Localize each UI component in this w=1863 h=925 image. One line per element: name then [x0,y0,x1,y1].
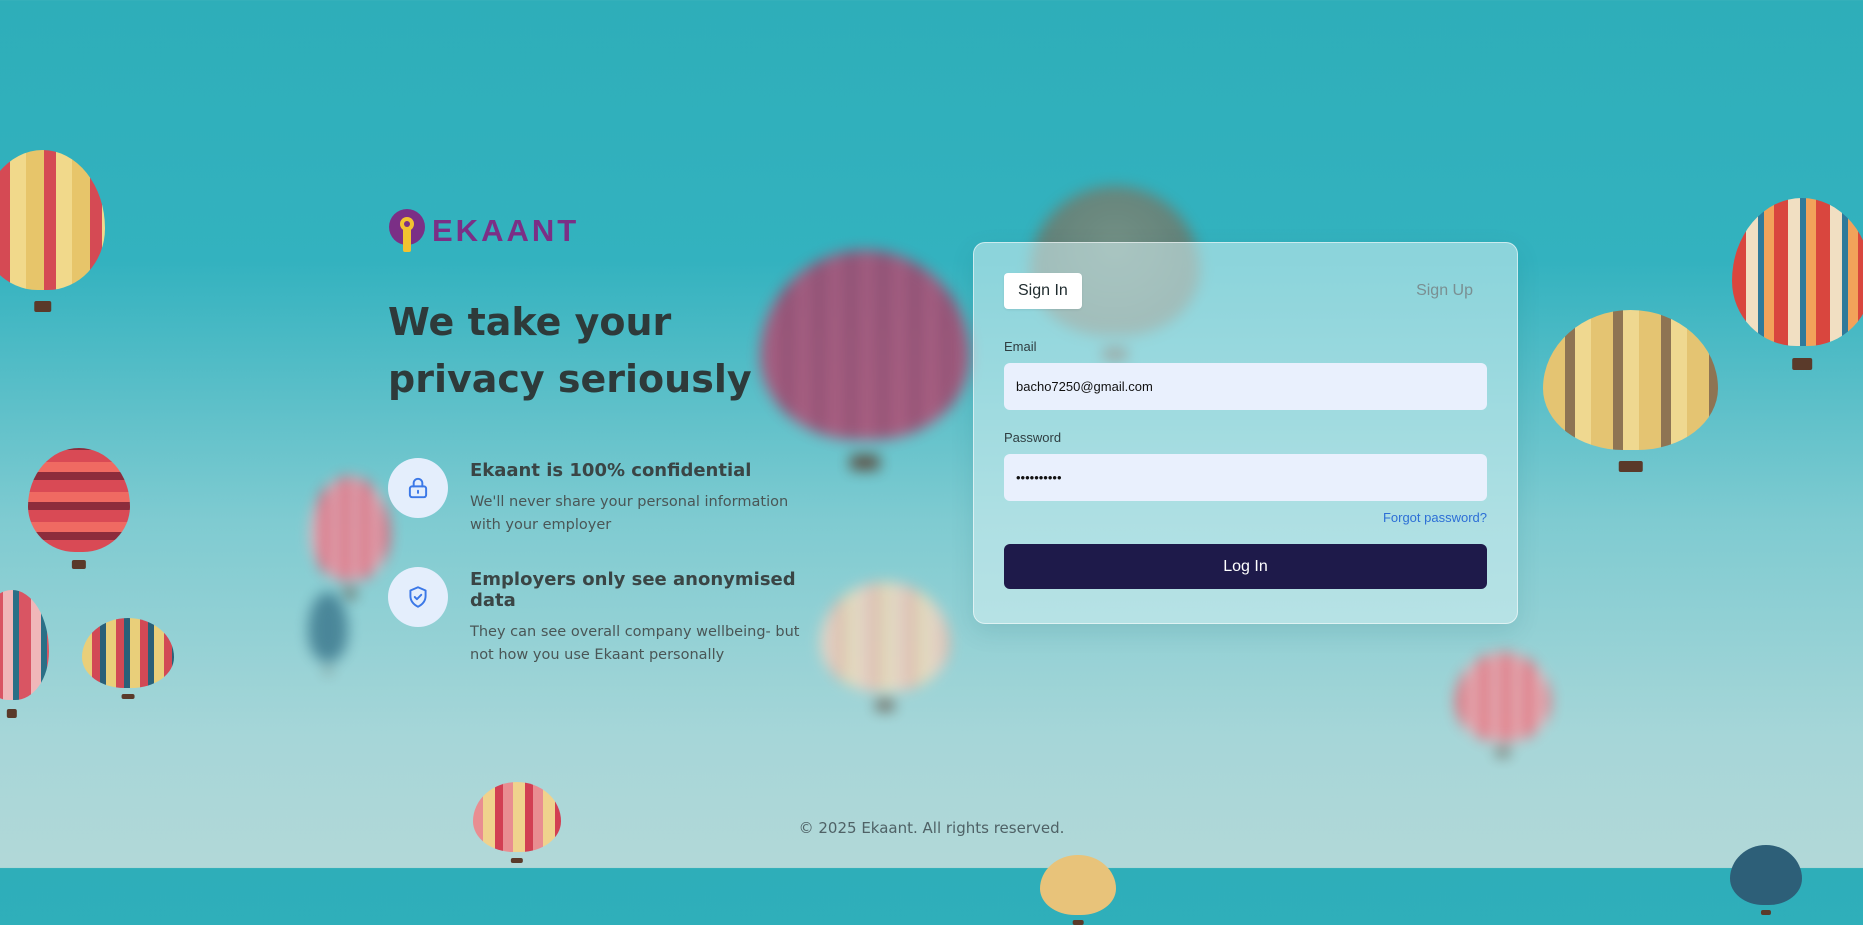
balloon-decoration [0,590,49,700]
balloon-decoration [28,448,130,552]
pin-keyhole-logo-icon [388,208,426,254]
balloon-decoration [820,582,950,692]
balloon-decoration [310,476,390,581]
email-field[interactable] [1004,363,1487,410]
log-in-button[interactable]: Log In [1004,544,1487,589]
page-headline: We take your privacy seriously [388,300,752,401]
feature-item: Employers only see anonymised data They … [388,567,808,667]
password-field[interactable] [1004,454,1487,501]
balloon-decoration [308,592,348,662]
shield-check-icon [388,567,448,627]
password-label: Password [1004,430,1062,445]
balloon-decoration [473,782,561,852]
auth-tabs: Sign In Sign Up [1004,273,1487,309]
feature-title: Employers only see anonymised data [470,569,796,611]
login-card: Sign In Sign Up Email Password Forgot pa… [973,242,1518,624]
copyright-footer: © 2025 Ekaant. All rights reserved. [798,819,1065,837]
tab-sign-in[interactable]: Sign In [1004,273,1082,309]
feature-description: They can see overall company wellbeing- … [470,624,800,663]
feature-item: Ekaant is 100% confidential We'll never … [388,458,808,537]
forgot-password-link[interactable]: Forgot password? [1004,510,1487,525]
brand-logo: EKAANT [388,208,808,254]
balloon-decoration [1730,845,1802,905]
lock-icon [388,458,448,518]
email-label: Email [1004,339,1037,354]
brand-name: EKAANT [432,213,580,248]
balloon-decoration [1040,855,1116,915]
balloon-decoration [0,150,105,290]
balloon-decoration [1543,310,1718,450]
feature-description: We'll never share your personal informat… [470,494,789,533]
balloon-decoration [82,618,174,688]
balloon-decoration [1732,198,1863,346]
balloon-decoration [1455,652,1551,742]
tab-sign-up[interactable]: Sign Up [1402,273,1487,309]
feature-title: Ekaant is 100% confidential [470,460,752,481]
privacy-intro: EKAANT We take your privacy seriously Ek… [388,208,808,667]
